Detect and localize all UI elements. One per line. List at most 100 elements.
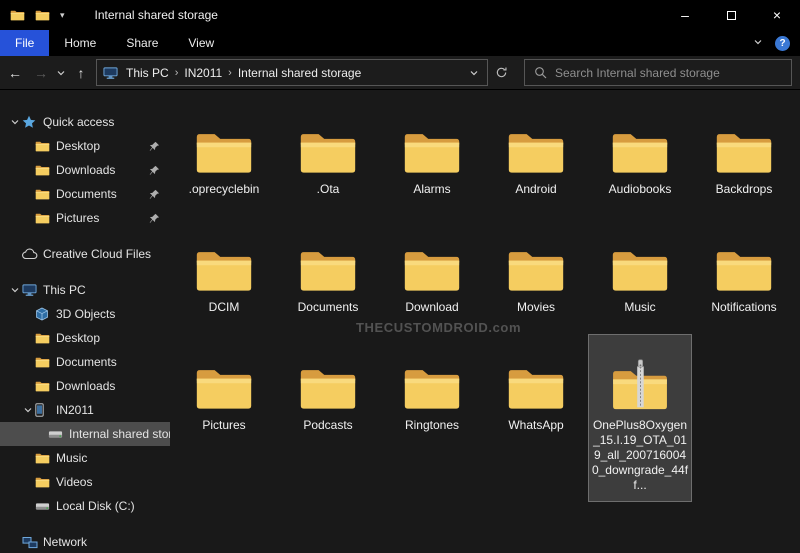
forward-button[interactable]: → <box>28 65 54 81</box>
file-item-notifications[interactable]: Notifications <box>692 216 796 324</box>
tab-file[interactable]: File <box>0 30 50 56</box>
file-item-label: .Ota <box>316 182 340 196</box>
breadcrumb-item-in2011[interactable]: IN2011 <box>178 66 228 80</box>
tab-share[interactable]: Share <box>111 30 173 56</box>
folder-icon <box>610 223 670 293</box>
breadcrumb-item-this-pc[interactable]: This PC <box>120 66 175 80</box>
up-button[interactable]: ↑ <box>68 65 94 81</box>
downloads-icon <box>35 164 56 176</box>
file-item-label: Documents <box>297 300 359 314</box>
sidebar-item-creative-cloud-files[interactable]: Creative Cloud Files <box>0 242 170 266</box>
music-icon <box>35 452 56 464</box>
desktop-icon <box>35 332 56 344</box>
qat-folder-icon[interactable] <box>35 9 50 21</box>
sidebar-item-label: Music <box>56 451 88 465</box>
search-input[interactable] <box>555 65 782 80</box>
search-icon <box>534 66 547 79</box>
sidebar-item-network[interactable]: Network <box>0 530 170 553</box>
file-item-label: Movies <box>516 300 555 314</box>
sidebar-item-quick-access[interactable]: Quick access <box>0 110 170 134</box>
file-item-label: Notifications <box>711 300 777 314</box>
ribbon-bar: File Home Share View ? <box>0 30 800 56</box>
breadcrumb-item-internal-shared-storage[interactable]: Internal shared storage <box>232 66 367 80</box>
ribbon-expand-icon[interactable] <box>753 36 763 50</box>
refresh-icon[interactable] <box>488 66 514 79</box>
window-title: Internal shared storage <box>94 8 218 22</box>
maximize-button[interactable] <box>708 0 754 30</box>
file-item-label: .oprecyclebin <box>188 182 260 196</box>
sidebar-item-label: 3D Objects <box>56 307 116 321</box>
window-controls: – × <box>662 0 800 30</box>
sidebar-item-label: Documents <box>56 187 117 201</box>
folder-icon <box>298 341 358 411</box>
sidebar-item-pictures[interactable]: Pictures <box>0 206 170 230</box>
sidebar-item-label: IN2011 <box>56 403 94 417</box>
folder-icon <box>402 341 462 411</box>
disk-icon <box>35 501 56 512</box>
file-item-podcasts[interactable]: Podcasts <box>276 334 380 442</box>
folder-icon <box>506 223 566 293</box>
pin-icon <box>149 189 160 200</box>
file-item-movies[interactable]: Movies <box>484 216 588 324</box>
minimize-button[interactable]: – <box>662 0 708 30</box>
file-item-oprecyclebin[interactable]: .oprecyclebin <box>172 98 276 206</box>
ribbon-tabs: File Home Share View <box>0 30 229 56</box>
sidebar-item-documents[interactable]: Documents <box>0 182 170 206</box>
sidebar-item-in2011[interactable]: IN2011 <box>0 398 170 422</box>
file-item-dcim[interactable]: DCIM <box>172 216 276 324</box>
sidebar-item-downloads[interactable]: Downloads <box>0 374 170 398</box>
pin-icon <box>149 141 160 152</box>
help-icon[interactable]: ? <box>775 35 790 51</box>
internal-storage-icon <box>48 429 69 440</box>
file-item-label: Music <box>624 300 656 314</box>
sidebar-item-internal-shared-storage[interactable]: Internal shared storage <box>0 422 170 446</box>
file-item-download[interactable]: Download <box>380 216 484 324</box>
sidebar-item-desktop[interactable]: Desktop <box>0 134 170 158</box>
sidebar-item-videos[interactable]: Videos <box>0 470 170 494</box>
file-item-oneplus8oxygen-15-i-19-ota-019-all-2007160040-downgrade-44ff[interactable]: OnePlus8Oxygen_15.I.19_OTA_019_all_20071… <box>588 334 692 502</box>
recent-locations-icon[interactable] <box>54 68 68 78</box>
file-item-label: WhatsApp <box>508 418 564 432</box>
location-icon <box>103 66 118 80</box>
chevron-down-icon[interactable] <box>8 117 22 127</box>
breadcrumb: This PC › IN2011 › Internal shared storage <box>120 66 463 80</box>
back-button[interactable]: ← <box>2 65 28 81</box>
file-item-pictures[interactable]: Pictures <box>172 334 276 442</box>
address-dropdown-icon[interactable] <box>463 68 485 78</box>
sidebar-item-label: Videos <box>56 475 93 489</box>
this-pc-icon <box>22 283 43 297</box>
sidebar-item-label: Creative Cloud Files <box>43 247 152 261</box>
sidebar-item-label: Downloads <box>56 379 116 393</box>
file-item-audiobooks[interactable]: Audiobooks <box>588 98 692 206</box>
sidebar-item-label: Pictures <box>56 211 100 225</box>
sidebar-item-desktop[interactable]: Desktop <box>0 326 170 350</box>
chevron-down-icon[interactable] <box>21 405 35 415</box>
sidebar-item-documents[interactable]: Documents <box>0 350 170 374</box>
sidebar-item-local-disk-c[interactable]: Local Disk (C:) <box>0 494 170 518</box>
file-item-ringtones[interactable]: Ringtones <box>380 334 484 442</box>
star-icon <box>22 115 43 129</box>
sidebar-item-3d-objects[interactable]: 3D Objects <box>0 302 170 326</box>
navigation-pane: Quick access Desktop Downloads Documents Pic… <box>0 90 170 553</box>
close-button[interactable]: × <box>754 0 800 30</box>
file-item-label: Pictures <box>202 418 246 432</box>
file-item-android[interactable]: Android <box>484 98 588 206</box>
folder-icon <box>402 223 462 293</box>
qat-dropdown-icon[interactable]: ▾ <box>60 10 65 21</box>
file-item-music[interactable]: Music <box>588 216 692 324</box>
file-item-backdrops[interactable]: Backdrops <box>692 98 796 206</box>
chevron-down-icon[interactable] <box>8 285 22 295</box>
file-item-alarms[interactable]: Alarms <box>380 98 484 206</box>
file-item-ota[interactable]: .Ota <box>276 98 380 206</box>
file-item-documents[interactable]: Documents <box>276 216 380 324</box>
address-bar[interactable]: This PC › IN2011 › Internal shared storage <box>96 59 488 86</box>
sidebar-item-downloads[interactable]: Downloads <box>0 158 170 182</box>
zip-file-icon <box>610 341 670 411</box>
sidebar-item-music[interactable]: Music <box>0 446 170 470</box>
search-box[interactable] <box>524 59 792 86</box>
tab-home[interactable]: Home <box>49 30 111 56</box>
sidebar-item-this-pc[interactable]: This PC <box>0 278 170 302</box>
file-item-whatsapp[interactable]: WhatsApp <box>484 334 588 442</box>
tab-view[interactable]: View <box>173 30 229 56</box>
sidebar-item-label: Documents <box>56 355 117 369</box>
